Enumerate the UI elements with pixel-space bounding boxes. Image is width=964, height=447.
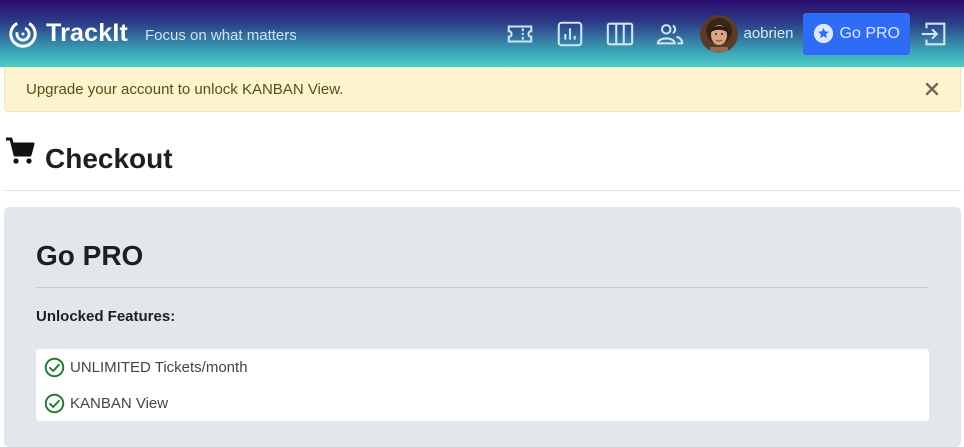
people-icon[interactable] [654,18,686,50]
logout-icon[interactable] [918,18,950,50]
nav-actions: aobrien Go PRO [504,0,964,67]
kanban-icon[interactable] [604,18,636,50]
ticket-icon[interactable] [504,18,536,50]
go-pro-label: Go PRO [839,24,900,42]
feature-label: KANBAN View [70,394,169,412]
username[interactable]: aobrien [743,25,793,42]
feature-label: UNLIMITED Tickets/month [70,358,248,376]
feature-item: UNLIMITED Tickets/month [36,349,929,385]
top-navbar: TrackIt Focus on what matters aobrien Go… [0,0,964,67]
shopping-cart-icon [6,137,35,164]
card-divider [36,287,929,288]
brand-name: TrackIt [46,19,129,47]
trackit-logo-icon [9,19,37,48]
card-title: Go PRO [36,240,144,271]
alert-message: Upgrade your account to unlock KANBAN Vi… [26,80,344,98]
chart-icon[interactable] [554,18,586,50]
page-title: Checkout [45,143,173,174]
check-circle-icon [44,393,65,413]
page-header: Checkout [5,135,173,175]
tagline: Focus on what matters [145,26,297,44]
feature-item: KANBAN View [36,385,929,421]
upgrade-alert: Upgrade your account to unlock KANBAN Vi… [4,67,961,112]
feature-list: UNLIMITED Tickets/month KANBAN View [36,349,929,421]
avatar[interactable] [700,14,739,53]
brand[interactable]: TrackIt [8,19,128,49]
header-divider [5,190,961,191]
check-circle-icon [44,357,65,377]
close-icon[interactable] [924,81,940,97]
features-label: Unlocked Features: [36,308,176,325]
star-circle-icon [813,23,833,44]
go-pro-button[interactable]: Go PRO [802,12,910,55]
go-pro-card: Go PRO Unlocked Features: UNLIMITED Tick… [4,207,961,447]
